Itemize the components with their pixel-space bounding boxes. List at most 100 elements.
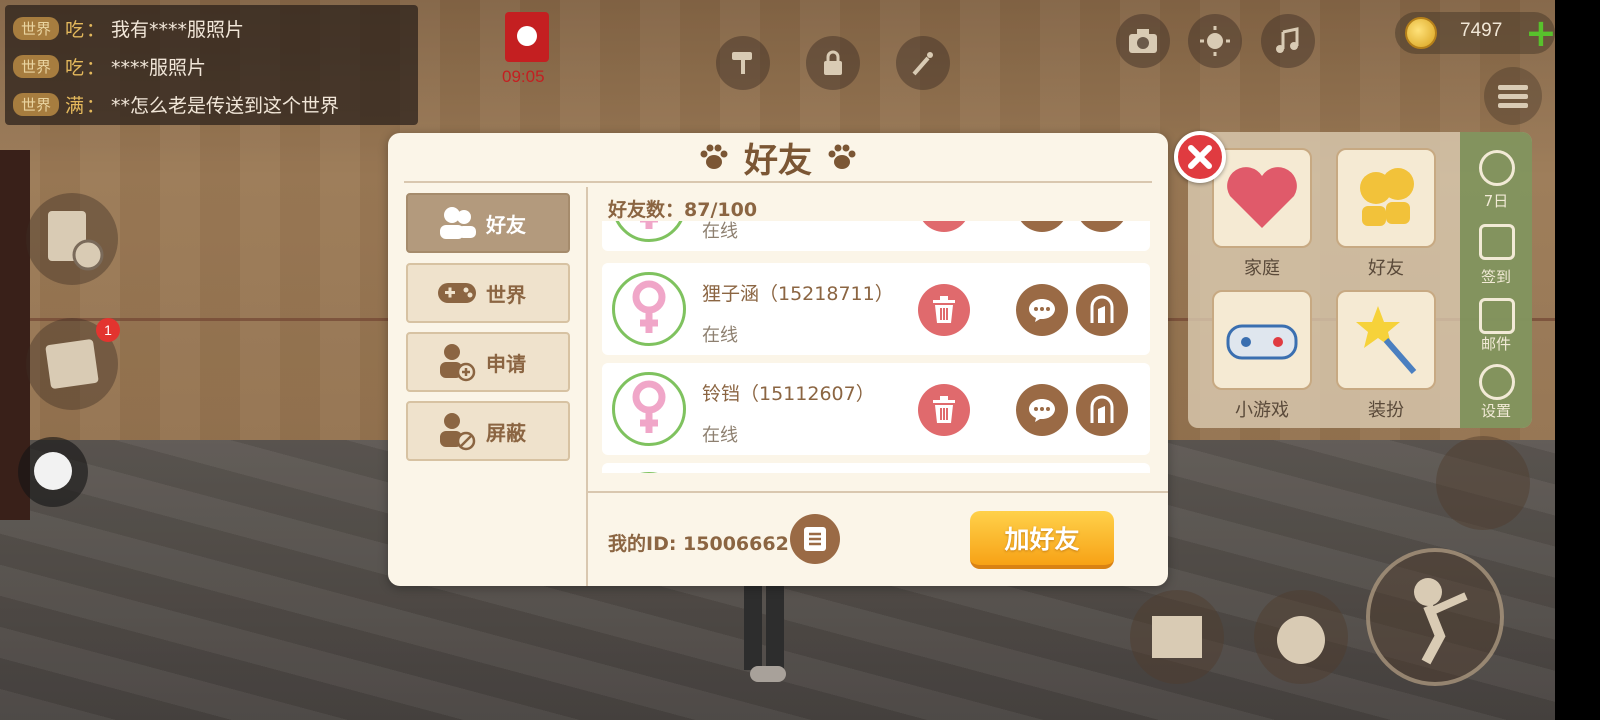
screen-edge	[1555, 0, 1600, 720]
emote-button[interactable]	[1254, 590, 1348, 684]
visit-friend-button[interactable]	[1076, 384, 1128, 436]
red-envelope-icon[interactable]	[505, 12, 549, 62]
effects-button[interactable]	[896, 36, 950, 90]
friend-count: 好友数：87/100	[608, 199, 758, 221]
music-button[interactable]	[1261, 14, 1315, 68]
chat-box[interactable]: 世界 吃 ： 我有****服照片 世界 吃 ： ****服照片 世界 满 ： *…	[5, 5, 418, 125]
visit-friend-button[interactable]	[1076, 221, 1128, 232]
mail-icon[interactable]	[1479, 298, 1515, 334]
task-list-button[interactable]	[26, 193, 118, 285]
friend-row[interactable]: 狸子涵（15218711） 在线	[602, 263, 1150, 355]
family-label: 家庭	[1244, 258, 1280, 279]
map-button[interactable]	[1130, 590, 1224, 684]
paint-roller-button[interactable]	[716, 36, 770, 90]
visit-friend-button[interactable]	[1076, 284, 1128, 336]
dialog-title: 好友	[744, 140, 812, 181]
gear-icon[interactable]	[1479, 364, 1515, 400]
my-id: 我的ID: 15006662	[608, 533, 789, 555]
friends-icon	[440, 207, 476, 239]
friend-row[interactable]: 铃铛（15112607） 在线	[602, 363, 1150, 455]
brightness-button[interactable]	[1188, 14, 1242, 68]
checkin-label: 签到	[1480, 268, 1511, 286]
female-icon	[632, 380, 666, 433]
tab-blocked[interactable]: 屏蔽	[406, 401, 570, 461]
7day-icon[interactable]	[1479, 150, 1515, 186]
female-icon	[640, 221, 658, 229]
family-card[interactable]	[1212, 148, 1312, 248]
friend-name: 铃铛（15112607）	[702, 383, 875, 405]
add-user-icon	[440, 344, 476, 382]
chat-message: 我有****服照片	[111, 18, 245, 41]
cat-face-icon	[1277, 616, 1325, 664]
mail-label: 邮件	[1480, 335, 1511, 353]
friends-card[interactable]	[1336, 148, 1436, 248]
chat-sender[interactable]: 满	[65, 91, 84, 118]
minigame-label: 小游戏	[1235, 400, 1289, 421]
chat-channel-tag: 世界	[13, 92, 60, 116]
message-friend-button[interactable]	[1016, 284, 1068, 336]
friend-avatar[interactable]	[612, 372, 686, 446]
friend-status: 在线	[702, 325, 738, 346]
dressup-card[interactable]	[1336, 290, 1436, 390]
checkin-icon[interactable]	[1479, 224, 1515, 260]
lock-icon	[824, 50, 842, 75]
friend-row[interactable]: 在线	[602, 221, 1150, 251]
lock-button[interactable]	[806, 36, 860, 90]
tab-friends[interactable]: 好友	[406, 193, 570, 253]
add-coins-button[interactable]: +	[1525, 14, 1557, 52]
map-icon	[1152, 616, 1202, 658]
joystick-knob[interactable]	[34, 452, 72, 490]
close-icon	[1188, 145, 1212, 169]
camera-button[interactable]	[1116, 14, 1170, 68]
female-icon	[632, 280, 666, 333]
chat-bubble-icon	[1029, 399, 1055, 422]
friend-row[interactable]	[602, 463, 1150, 473]
gamepad-icon	[438, 283, 476, 303]
friends-dialog: 好友 好友 世界 申请 屏蔽 好友数：87/100 在线 狸子涵（1521871…	[388, 133, 1168, 586]
friend-status: 在线	[702, 221, 738, 242]
dressup-label: 装扮	[1368, 400, 1404, 421]
action-button[interactable]	[1366, 548, 1504, 686]
copy-id-button[interactable]	[790, 514, 840, 564]
notification-badge: 1	[96, 318, 120, 342]
tab-world-label: 世界	[486, 282, 526, 307]
paw-icon	[828, 144, 856, 169]
camera-icon	[1129, 29, 1157, 53]
tab-blocked-label: 屏蔽	[486, 420, 526, 445]
tab-world[interactable]: 世界	[406, 263, 570, 323]
trash-icon	[933, 296, 955, 323]
magic-wand-icon	[1356, 306, 1417, 374]
delete-friend-button[interactable]	[918, 284, 970, 336]
chat-sender[interactable]: 吃	[65, 53, 84, 80]
friend-avatar[interactable]	[612, 472, 686, 473]
chat-sender[interactable]: 吃	[65, 15, 84, 42]
friend-avatar[interactable]	[612, 221, 686, 242]
trash-icon	[933, 396, 955, 423]
pet-button[interactable]	[1436, 436, 1530, 530]
close-dialog-button[interactable]	[1174, 131, 1226, 183]
delete-friend-button[interactable]	[918, 221, 970, 232]
tab-requests-label: 申请	[486, 351, 526, 376]
message-friend-button[interactable]	[1016, 221, 1068, 232]
friend-status: 在线	[702, 425, 738, 446]
task-clock-icon	[48, 211, 104, 271]
red-envelope-timer: 09:05	[502, 67, 545, 86]
delete-friend-button[interactable]	[918, 384, 970, 436]
add-friend-button[interactable]: 加好友	[970, 511, 1114, 569]
message-friend-button[interactable]	[1016, 384, 1068, 436]
settings-label: 设置	[1480, 402, 1511, 420]
friends-icon	[1360, 168, 1414, 226]
menu-list-button[interactable]	[1484, 67, 1542, 125]
door-icon	[1090, 395, 1114, 423]
tab-requests[interactable]: 申请	[406, 332, 570, 392]
friends-label: 好友	[1368, 258, 1404, 279]
chat-separator: ：	[86, 56, 106, 79]
music-note-icon	[1276, 27, 1299, 53]
coin-count: 7497	[1460, 20, 1503, 41]
friend-list[interactable]: 在线 狸子涵（15218711） 在线 铃铛（15112607） 在线	[600, 221, 1155, 473]
minigame-card[interactable]	[1212, 290, 1312, 390]
friend-avatar[interactable]	[612, 272, 686, 346]
copy-icon	[804, 527, 826, 551]
door-icon	[1090, 295, 1114, 323]
chat-separator: ：	[86, 94, 106, 117]
